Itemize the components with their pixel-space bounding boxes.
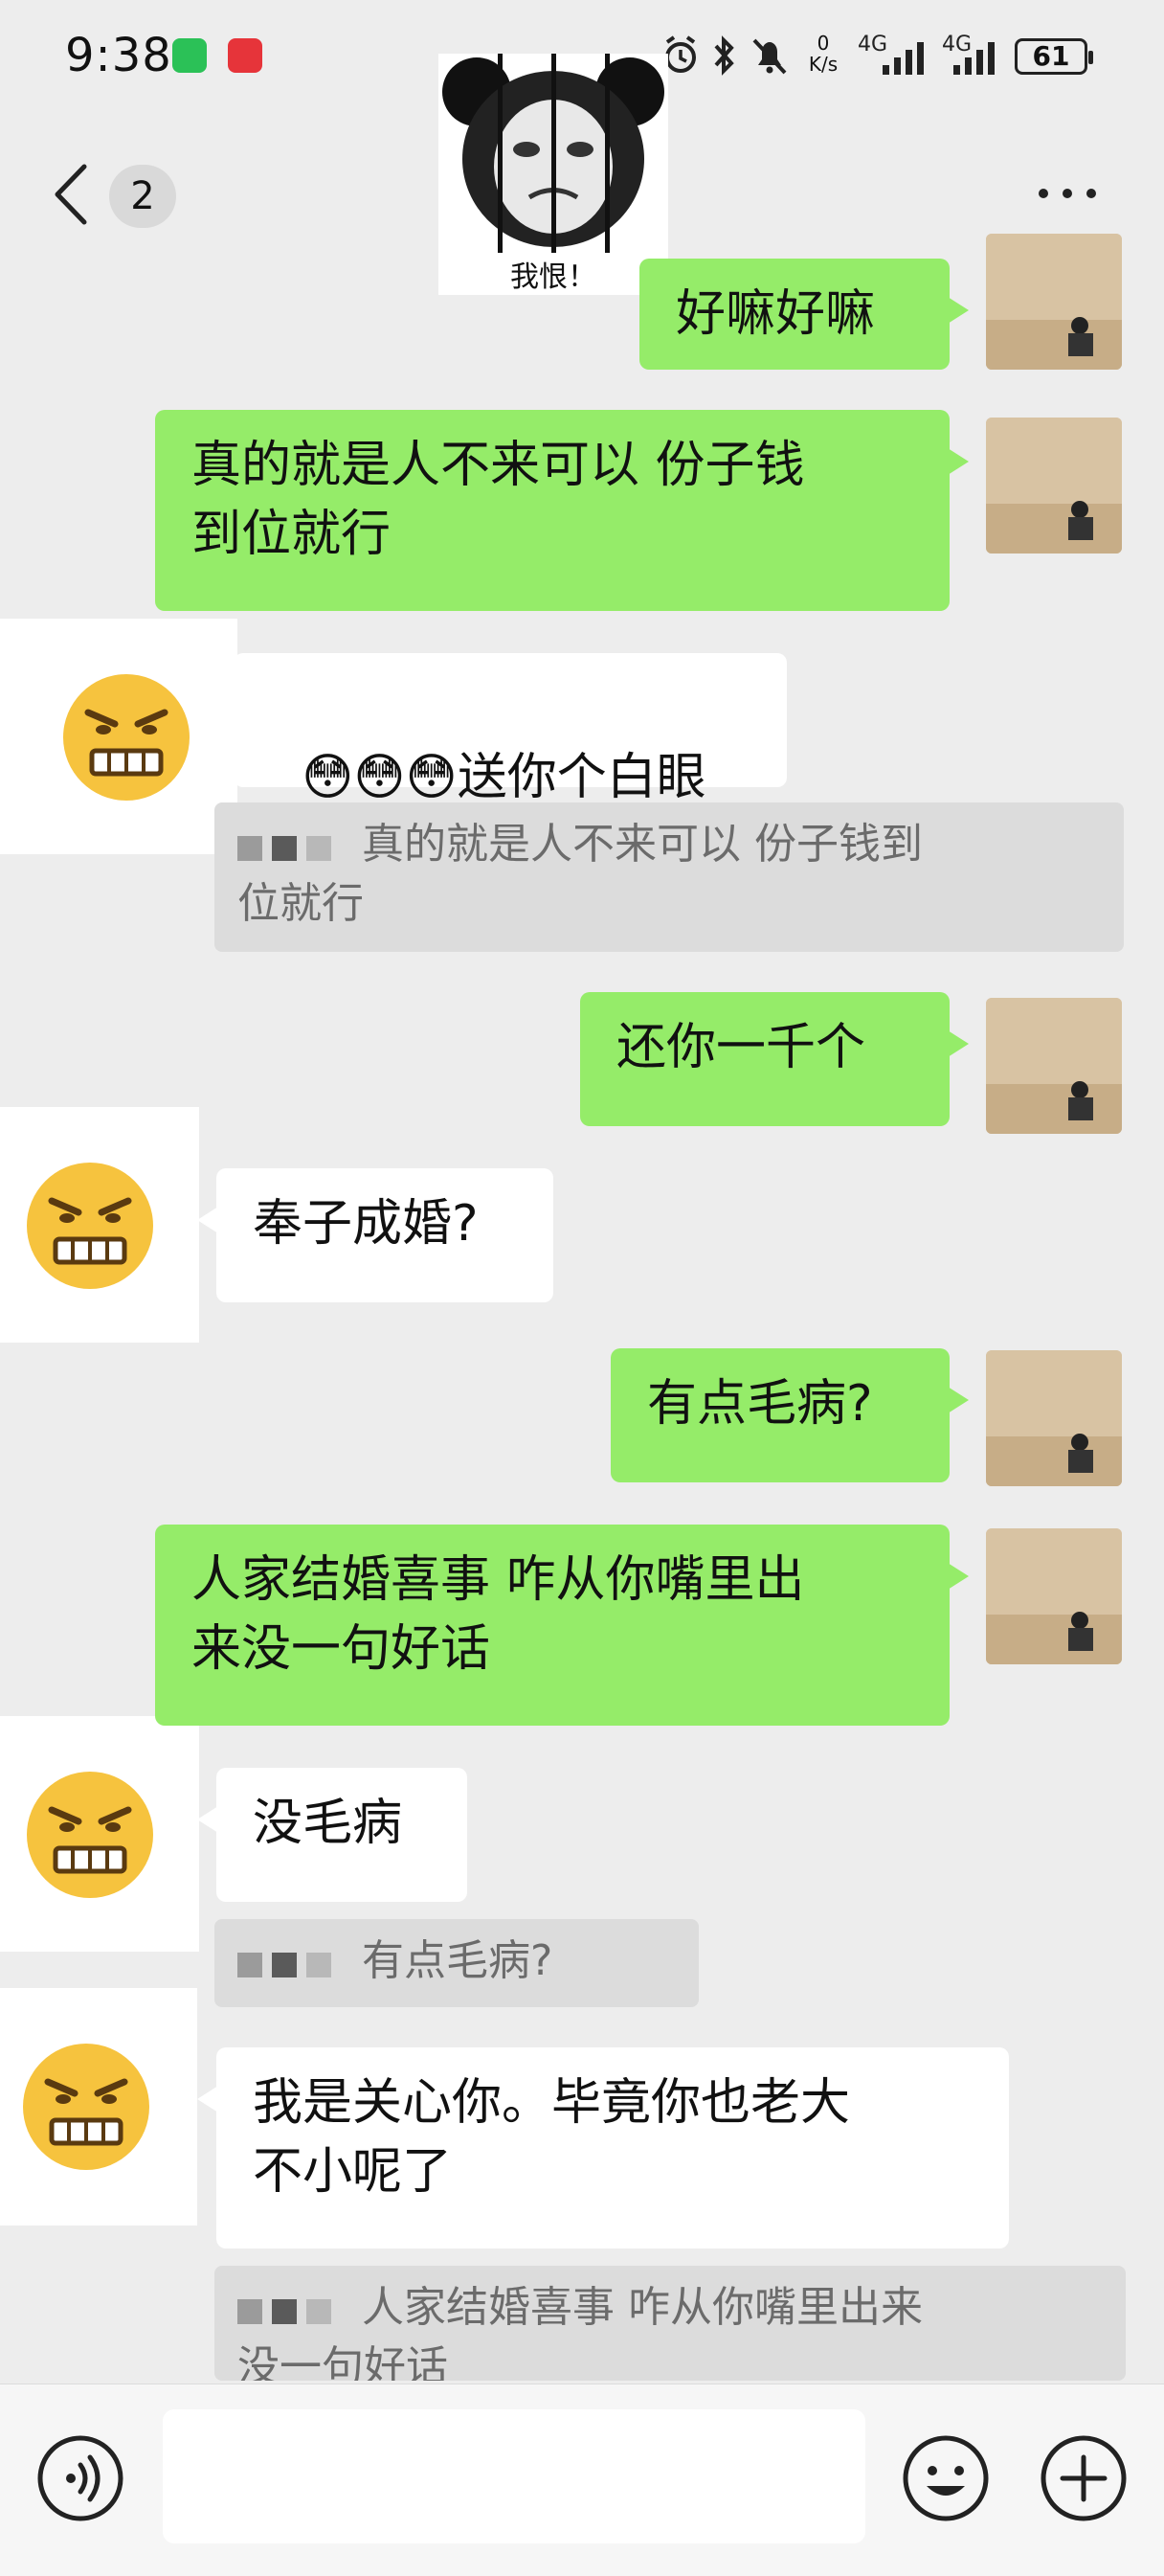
message-bubble-received[interactable]: 😳😳😳送你个白眼 <box>214 653 787 806</box>
message-bubble-sent[interactable]: 人家结婚喜事 咋从你嘴里出 来没一句好话 <box>155 1525 969 1726</box>
redacted-name <box>237 818 341 875</box>
signal-1-icon <box>883 42 924 75</box>
angry-face-icon <box>63 674 190 801</box>
flushed-emoji-row: 😳😳😳 <box>302 749 458 806</box>
signal-2-icon <box>953 42 995 75</box>
quoted-message[interactable]: 真的就是人不来可以 份子钱到 位就行 <box>214 802 1124 952</box>
more-dots-icon[interactable] <box>1034 172 1101 211</box>
network-speed-value: 0 <box>817 32 830 55</box>
self-avatar[interactable] <box>986 998 1122 1134</box>
unread-count-badge[interactable]: 2 <box>109 165 176 228</box>
battery-indicator: 61 <box>1015 38 1093 75</box>
message-bubble-sent[interactable]: 真的就是人不来可以 份子钱 到位就行 <box>155 410 969 611</box>
message-text: 送你个白眼 <box>457 749 706 806</box>
message-bubble-received[interactable]: 没毛病 <box>197 1768 467 1902</box>
angry-face-icon <box>23 2044 149 2170</box>
desert-photo-image <box>986 234 1122 370</box>
quoted-message[interactable]: 人家结婚喜事 咋从你嘴里出来 没一句好话 <box>214 2266 1126 2381</box>
quoted-message[interactable]: 有点毛病? <box>214 1919 699 2007</box>
sticker-caption: 我恨！ <box>510 260 596 294</box>
message-bubble-sent[interactable]: 好嘛好嘛 <box>639 259 969 370</box>
desert-photo-image <box>986 1528 1122 1664</box>
status-time: 9:38 <box>65 29 172 82</box>
contact-avatar[interactable] <box>0 619 237 854</box>
self-avatar[interactable] <box>986 1350 1122 1486</box>
chevron-left-icon[interactable] <box>50 161 92 228</box>
mute-bell-icon <box>752 38 787 75</box>
contact-avatar[interactable] <box>0 1716 199 1952</box>
desert-photo-image <box>986 998 1122 1134</box>
contact-avatar[interactable] <box>0 1107 199 1343</box>
message-bubble-sent[interactable]: 还你一千个 <box>580 992 969 1126</box>
quoted-text: 有点毛病? <box>362 1936 553 1985</box>
wechat-notification-icon <box>172 38 207 73</box>
message-bubble-received[interactable]: 我是关心你。毕竟你也老大 不小呢了 <box>197 2047 1009 2248</box>
desert-photo-image <box>986 418 1122 554</box>
bluetooth-icon <box>714 35 734 76</box>
angry-face-icon <box>27 1163 153 1289</box>
message-bubble-received[interactable]: 奉子成婚? <box>197 1168 553 1302</box>
contact-avatar[interactable] <box>0 1988 197 2226</box>
plus-icon[interactable] <box>1038 2432 1130 2524</box>
panda-sticker: 我恨！ <box>438 54 668 295</box>
redacted-name <box>237 1934 341 1992</box>
panda-face-image <box>438 54 668 253</box>
app-notification-icon <box>228 38 262 73</box>
self-avatar[interactable] <box>986 418 1122 554</box>
network-speed-unit: K/s <box>808 53 839 76</box>
redacted-name <box>237 2281 341 2339</box>
self-avatar[interactable] <box>986 234 1122 370</box>
message-input[interactable] <box>163 2409 865 2543</box>
desert-photo-image <box>986 1350 1122 1486</box>
emoji-icon[interactable] <box>900 2432 992 2524</box>
self-avatar[interactable] <box>986 1528 1122 1664</box>
angry-face-icon <box>27 1772 153 1898</box>
message-bubble-sent[interactable]: 有点毛病? <box>611 1348 969 1482</box>
network-speed: 0 K/s <box>802 33 844 75</box>
voice-icon[interactable] <box>34 2432 126 2524</box>
